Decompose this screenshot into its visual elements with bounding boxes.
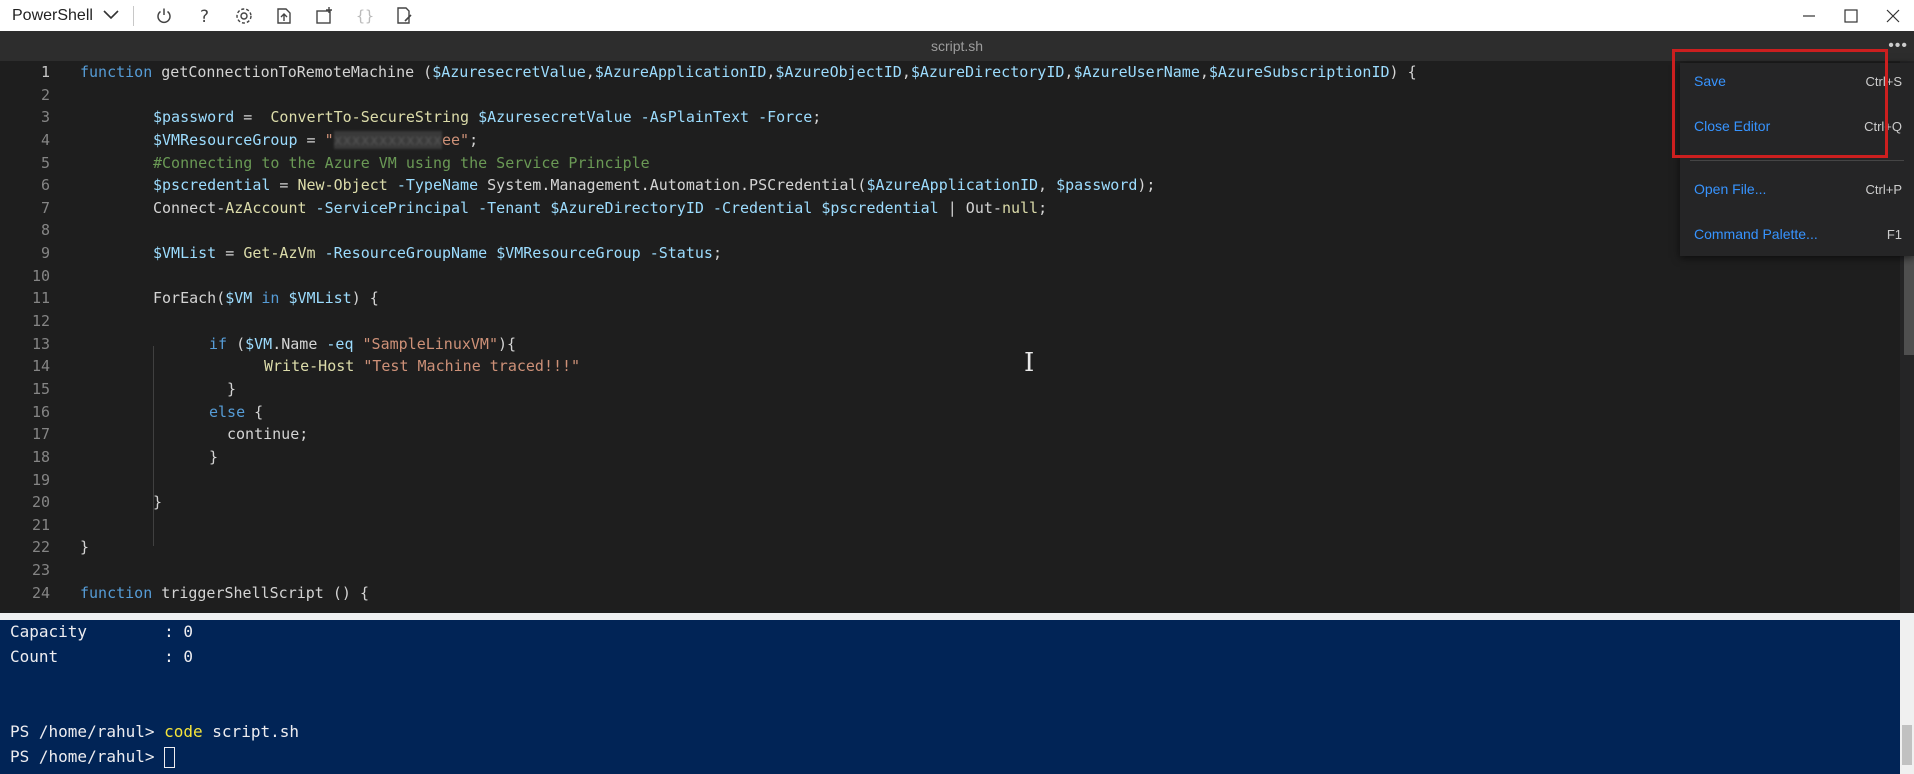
- line-number: 16: [31, 402, 50, 421]
- highlight-box: [1672, 49, 1888, 158]
- line-number: 10: [31, 266, 50, 285]
- line-number: 8: [40, 221, 50, 240]
- pane-divider[interactable]: [0, 613, 1914, 620]
- close-icon[interactable]: [1872, 0, 1914, 31]
- terminal-cursor: [164, 747, 176, 768]
- code-editor[interactable]: script.sh ••• 1 function getConnectionToR…: [0, 31, 1914, 613]
- line-number: 15: [31, 379, 50, 398]
- code-line: 7 Connect-AzAccount -ServicePrincipal -Te…: [0, 197, 1900, 220]
- code-line: 15}: [0, 378, 1900, 401]
- code-line: 6 $pscredential = New-Object -TypeName Sy…: [0, 174, 1900, 197]
- code-line: 12: [0, 310, 1900, 333]
- terminal-line: Count : 0: [10, 647, 194, 666]
- svg-text:?: ?: [200, 7, 209, 25]
- help-icon[interactable]: ?: [184, 0, 224, 31]
- line-number: 20: [31, 493, 50, 512]
- line-number: 19: [31, 470, 50, 489]
- line-number: 12: [31, 312, 50, 331]
- shell-type-dropdown[interactable]: PowerShell: [0, 0, 127, 31]
- maximize-icon[interactable]: [1830, 0, 1872, 31]
- more-actions-button[interactable]: •••: [1888, 37, 1908, 55]
- line-number: 4: [40, 130, 50, 149]
- power-icon[interactable]: [144, 0, 184, 31]
- code-area[interactable]: 1 function getConnectionToRemoteMachine (…: [0, 61, 1900, 613]
- code-line: 13 if ($VM.Name -eq "SampleLinuxVM"){: [0, 333, 1900, 356]
- line-number: 2: [40, 85, 50, 104]
- code-line: 3 $password = ConvertTo-SecureString $Azu…: [0, 106, 1900, 129]
- code-line: 21: [0, 514, 1900, 537]
- code-line: 8: [0, 219, 1900, 242]
- code-line: 18}: [0, 446, 1900, 469]
- line-number: 5: [40, 153, 50, 172]
- terminal-prompt[interactable]: PS /home/rahul>: [10, 747, 176, 768]
- text-cursor-icon: I: [1024, 348, 1035, 378]
- line-number: 22: [31, 538, 50, 557]
- code-line: 17 continue;: [0, 423, 1900, 446]
- code-line: 23: [0, 559, 1900, 582]
- line-number: 13: [31, 334, 50, 353]
- minimize-icon[interactable]: [1788, 0, 1830, 31]
- line-number: 11: [31, 289, 50, 308]
- code-line: 19: [0, 469, 1900, 492]
- upload-download-icon[interactable]: [264, 0, 304, 31]
- terminal[interactable]: Capacity : 0 Count : 0 PS /home/rahul> c…: [0, 620, 1914, 774]
- chevron-down-icon: [103, 7, 119, 25]
- line-number: 9: [40, 244, 50, 263]
- menu-item-open-file[interactable]: Open File... Ctrl+P: [1680, 171, 1914, 207]
- code-line: 2: [0, 84, 1900, 107]
- redacted-text: xxxxxxxxxxxx: [333, 130, 442, 149]
- code-line: 22}: [0, 536, 1900, 559]
- editor-file-title: script.sh: [0, 31, 1914, 61]
- terminal-line: Capacity : 0: [10, 622, 194, 641]
- line-number: 23: [31, 561, 50, 580]
- scrollbar-thumb[interactable]: [1902, 725, 1912, 765]
- code-line: 1 function getConnectionToRemoteMachine (…: [0, 61, 1900, 84]
- line-number: 3: [40, 108, 50, 127]
- toolbar-divider: [132, 5, 134, 26]
- line-number: 24: [31, 583, 50, 602]
- terminal-scrollbar[interactable]: [1900, 620, 1914, 774]
- cloud-shell-toolbar: PowerShell ? {}: [0, 0, 1914, 32]
- indent-guide: [153, 346, 154, 546]
- settings-icon[interactable]: [224, 0, 264, 31]
- window-controls: [1788, 0, 1914, 31]
- line-number: 21: [31, 515, 50, 534]
- line-number: 6: [40, 176, 50, 195]
- code-line: 5 #Connecting to the Azure VM using the S…: [0, 152, 1900, 175]
- line-number: 17: [31, 425, 50, 444]
- line-number: 7: [40, 198, 50, 217]
- code-line: 24 function triggerShellScript () {: [0, 582, 1900, 605]
- code-line: 20}: [0, 491, 1900, 514]
- new-session-icon[interactable]: [304, 0, 344, 31]
- code-line: 14 Write-Host "Test Machine traced!!!": [0, 355, 1900, 378]
- open-editor-icon[interactable]: [384, 0, 424, 31]
- line-number: 14: [31, 357, 50, 376]
- menu-separator: [1690, 160, 1904, 161]
- code-line: 11 ForEach($VM in $VMList) {: [0, 287, 1900, 310]
- code-line: 9 $VMList = Get-AzVm -ResourceGroupName $…: [0, 242, 1900, 265]
- code-line: 16 else {: [0, 401, 1900, 424]
- menu-item-command-palette[interactable]: Command Palette... F1: [1680, 216, 1914, 252]
- shell-type-label: PowerShell: [12, 6, 93, 24]
- code-line: 4 $VMResourceGroup = "xxxxxxxxxxxxee";: [0, 129, 1900, 152]
- svg-text:{}: {}: [356, 7, 374, 25]
- line-number: 1: [40, 63, 50, 81]
- line-number: 18: [31, 447, 50, 466]
- code-line: 10: [0, 265, 1900, 288]
- terminal-line: PS /home/rahul> code script.sh: [10, 722, 299, 741]
- braces-icon[interactable]: {}: [344, 0, 384, 31]
